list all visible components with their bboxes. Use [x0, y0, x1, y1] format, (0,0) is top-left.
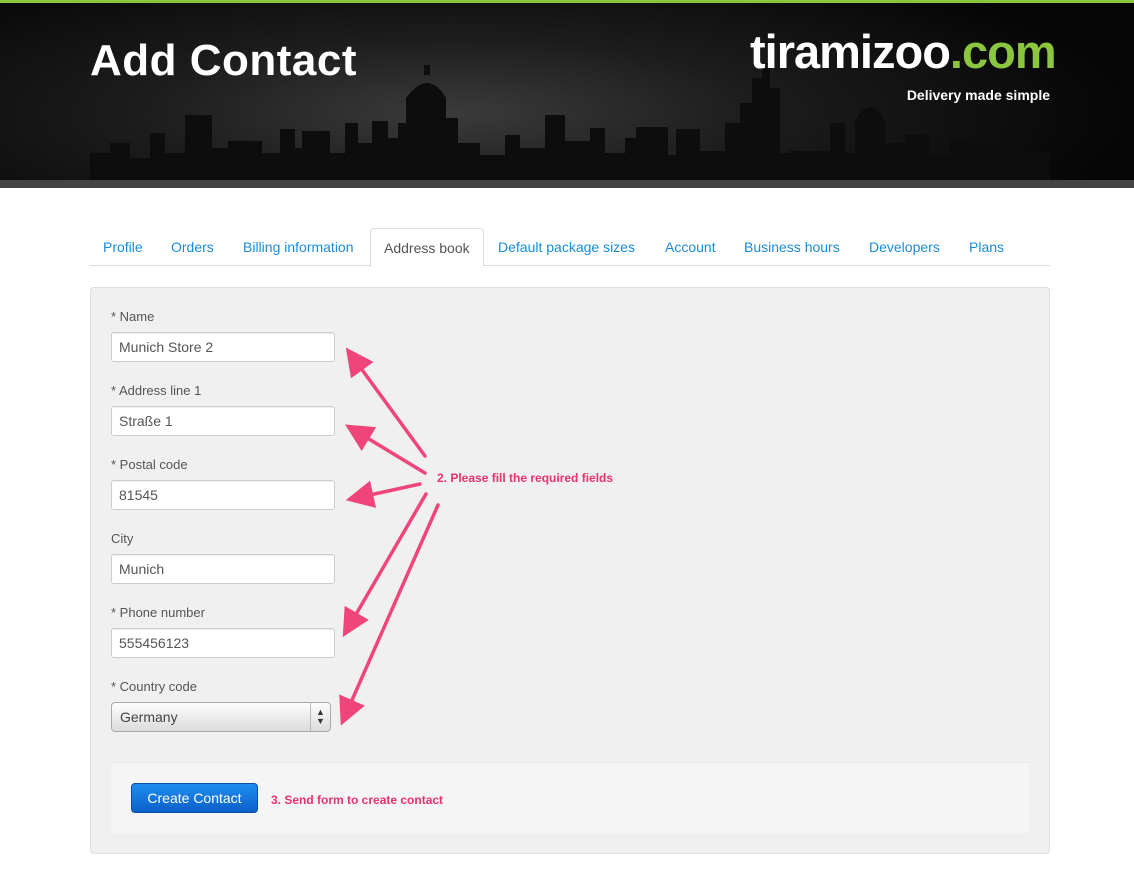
create-contact-button[interactable]: Create Contact — [131, 783, 258, 813]
postal-code-label: * Postal code — [111, 457, 188, 472]
country-code-select[interactable]: Germany ▲ ▼ — [111, 702, 331, 732]
page-header: Add Contact tiramizoo.com Delivery made … — [0, 0, 1134, 188]
account-tabs: Profile Orders Billing information Addre… — [90, 228, 1050, 267]
phone-number-field[interactable]: 555456123 — [111, 628, 335, 658]
logo-text-main: tiramizoo — [750, 25, 951, 78]
city-field[interactable]: Munich — [111, 554, 335, 584]
tab-account[interactable]: Account — [652, 228, 729, 266]
tab-profile[interactable]: Profile — [90, 228, 156, 266]
tab-address-book[interactable]: Address book — [370, 228, 484, 267]
phone-number-label: * Phone number — [111, 605, 205, 620]
annotation-send-form: 3. Send form to create contact — [271, 793, 444, 807]
country-code-selected-value: Germany — [120, 709, 178, 725]
tab-orders[interactable]: Orders — [158, 228, 227, 266]
name-label: * Name — [111, 309, 155, 324]
tab-billing-information[interactable]: Billing information — [230, 228, 367, 266]
select-updown-icon: ▲ ▼ — [310, 703, 330, 731]
header-bottom-band — [0, 180, 1134, 188]
tagline: Delivery made simple — [906, 87, 1050, 103]
postal-code-field[interactable]: 81545 — [111, 480, 335, 510]
tiramizoo-logo[interactable]: tiramizoo.com — [750, 25, 1057, 78]
logo-text-domain: .com — [949, 25, 1057, 78]
tab-default-package-sizes[interactable]: Default package sizes — [485, 228, 648, 266]
tab-business-hours[interactable]: Business hours — [731, 228, 853, 266]
tab-developers[interactable]: Developers — [856, 228, 953, 266]
tab-plans[interactable]: Plans — [956, 228, 1017, 266]
country-code-label: * Country code — [111, 679, 197, 694]
name-field[interactable]: Munich Store 2 — [111, 332, 335, 362]
annotation-fill-required-fields: 2. Please fill the required fields — [437, 471, 614, 485]
page-title: Add Contact — [90, 36, 358, 85]
address-line-1-field[interactable]: Straße 1 — [111, 406, 335, 436]
city-label: City — [111, 531, 134, 546]
address-line-1-label: * Address line 1 — [111, 383, 202, 398]
